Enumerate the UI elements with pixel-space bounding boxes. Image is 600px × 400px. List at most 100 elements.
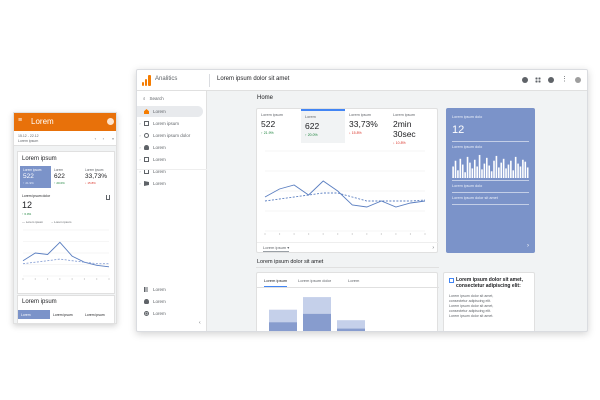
metric-value: 622 [305,121,320,131]
realtime-bar [473,159,476,178]
property-selector[interactable]: Lorem ipsum dolor sit amet [217,76,289,82]
flag-icon [144,181,149,186]
help-icon[interactable] [548,77,554,83]
realtime-bar [481,169,483,178]
mobile-metric-2[interactable]: Lorem ipsum 33,73% ↓ 15.8% [82,166,113,188]
header-icons: ⋮ [522,75,581,85]
metric-value: 2min 30sec [393,119,416,139]
sidebar-item-label: Lorem [153,181,166,186]
sidebar-search[interactable]: ⌕ Search [143,96,164,101]
tab-2[interactable]: Lorem ipsum [82,310,114,319]
apps-grid-icon[interactable] [535,77,541,83]
mobile-metric-1[interactable]: Lorem 622 ↑ 20.0% [51,166,82,188]
sidebar-bottom-item-1[interactable]: Lorem [137,296,207,307]
tab-0[interactable]: Lorem [18,310,50,319]
realtime-bar [519,166,522,178]
menu-icon[interactable]: ≡ [18,117,22,124]
sidebar: ⌕ Search Lorem › Lorem ipsum › Lorem ipsum d… [137,91,207,331]
realtime-divider [452,141,529,142]
overview-card: Lorem ipsum 522 ↑ 21.9% Lorem 622 ↑ 20.0% Lore… [256,108,439,253]
realtime-bar [524,161,527,178]
realtime-label-2: Lorem ipsum dolo [452,145,483,149]
realtime-bar [454,160,457,178]
tab-1[interactable]: Lorem ipsum dolor [298,278,331,283]
sidebar-item-label: Lorem [153,157,166,162]
chevron-right-icon[interactable]: › [103,136,104,141]
sidebar-item-2[interactable]: › Lorem ipsum dolor [137,130,207,141]
realtime-bar [452,166,454,178]
series-line-1 [264,192,426,202]
metric-value: 33,73% [349,119,378,129]
realtime-bar [502,158,505,178]
section-divider [256,267,439,268]
caret-icon: › [139,133,141,138]
sidebar-item-3[interactable]: › Lorem [137,142,207,153]
bar-icon [144,287,149,292]
realtime-bar [510,160,512,178]
sidebar-item-4[interactable]: › Lorem [137,154,207,165]
more-vert-icon[interactable]: ⋮ [561,75,568,85]
tab-1[interactable]: Lorem ipsum [50,310,82,319]
metric-value: 522 [261,119,276,129]
insight-title: Lorem ipsum dolor sit amet, consectetur … [456,277,523,289]
collapse-sidebar-icon[interactable]: ‹ [199,320,201,326]
traffic-card: Lorem ipsum Lorem ipsum dolor Lorem [256,272,439,331]
dashboard-icon [144,121,149,126]
sidebar-item-6[interactable]: › Lorem [137,178,207,189]
share-icon[interactable] [106,195,110,200]
filter-icon[interactable]: ▿ [112,136,114,141]
chevron-left-icon[interactable]: ‹ [95,136,96,141]
avatar[interactable] [575,77,581,83]
x-tick [83,278,86,280]
realtime-bar [522,159,524,178]
sidebar-bottom-item-0[interactable]: Lorem [137,284,207,295]
realtime-bar [498,167,500,178]
chevron-right-icon[interactable]: › [527,243,529,249]
mobile-metric-0[interactable]: Lorem ipsum 522 ↑ 21.9% [20,166,51,188]
date-range-dropdown[interactable]: Lorem ipsum ▾ [263,245,290,252]
metric-value: 33,73% [85,173,108,180]
series-line-0 [264,180,426,208]
bell-icon[interactable] [522,77,528,83]
clock-icon [144,133,149,138]
insight-line: Lorem ipsum dolor sit amet. [449,314,494,318]
metric-delta: ↓ 15.8% [85,181,96,185]
metric-label: Lorem ipsum [349,113,371,117]
sidebar-bottom-item-2[interactable]: Lorem [137,308,207,319]
realtime-bar [466,156,469,178]
sidebar-item-0[interactable]: Lorem [137,106,203,117]
realtime-label-3: Lorem ipsum dolo [452,184,483,188]
metric-tab-3[interactable]: Lorem ipsum 2min 30sec ↓ 10.8% [389,109,433,145]
chevron-right-icon[interactable]: › [432,245,434,251]
metric-tab-2[interactable]: Lorem ipsum 33,73% ↓ 15.8% [345,109,389,143]
overview-footer: Lorem ipsum ▾ › [257,242,439,252]
x-tick [59,278,61,280]
realtime-label: Lorem ipsum dolor [22,194,51,198]
metric-tab-0[interactable]: Lorem ipsum 522 ↑ 21.9% [257,109,301,143]
sidebar-item-5[interactable]: › Lorem [137,166,207,177]
realtime-bar [457,170,459,178]
legend-item: — Lorem ipsum [22,220,44,224]
metric-value: 522 [23,173,34,180]
metric-value: 622 [54,173,65,180]
realtime-label: Lorem ipsum dolo [452,115,483,119]
tab-2[interactable]: Lorem [348,278,359,283]
x-tick [351,233,353,235]
date-range-label: Lorem ipsum [263,245,287,250]
caret-icon: › [139,181,141,186]
avatar[interactable] [107,118,114,125]
sidebar-item-1[interactable]: › Lorem ipsum [137,118,207,129]
traffic-bar [303,313,331,331]
mobile-window: ≡ Lorem 15.12 - 22.12 Lorem ipsum ‹ › ▿ … [13,112,117,324]
tab-0[interactable]: Lorem ipsum [264,278,288,287]
insight-icon [449,278,454,283]
person-icon [144,145,149,150]
gear-icon [144,311,149,316]
x-tick [380,233,382,235]
x-tick [46,278,49,280]
sidebar-item-label: Lorem [153,145,166,150]
realtime-divider [452,192,529,193]
desktop-window: Analitics Lorem ipsum dolor sit amet ⋮ ⌕… [136,69,588,332]
metric-tab-1[interactable]: Lorem 622 ↑ 20.0% [301,109,345,143]
mobile-subheader: 15.12 - 22.12 Lorem ipsum ‹ › ▿ [14,131,116,146]
